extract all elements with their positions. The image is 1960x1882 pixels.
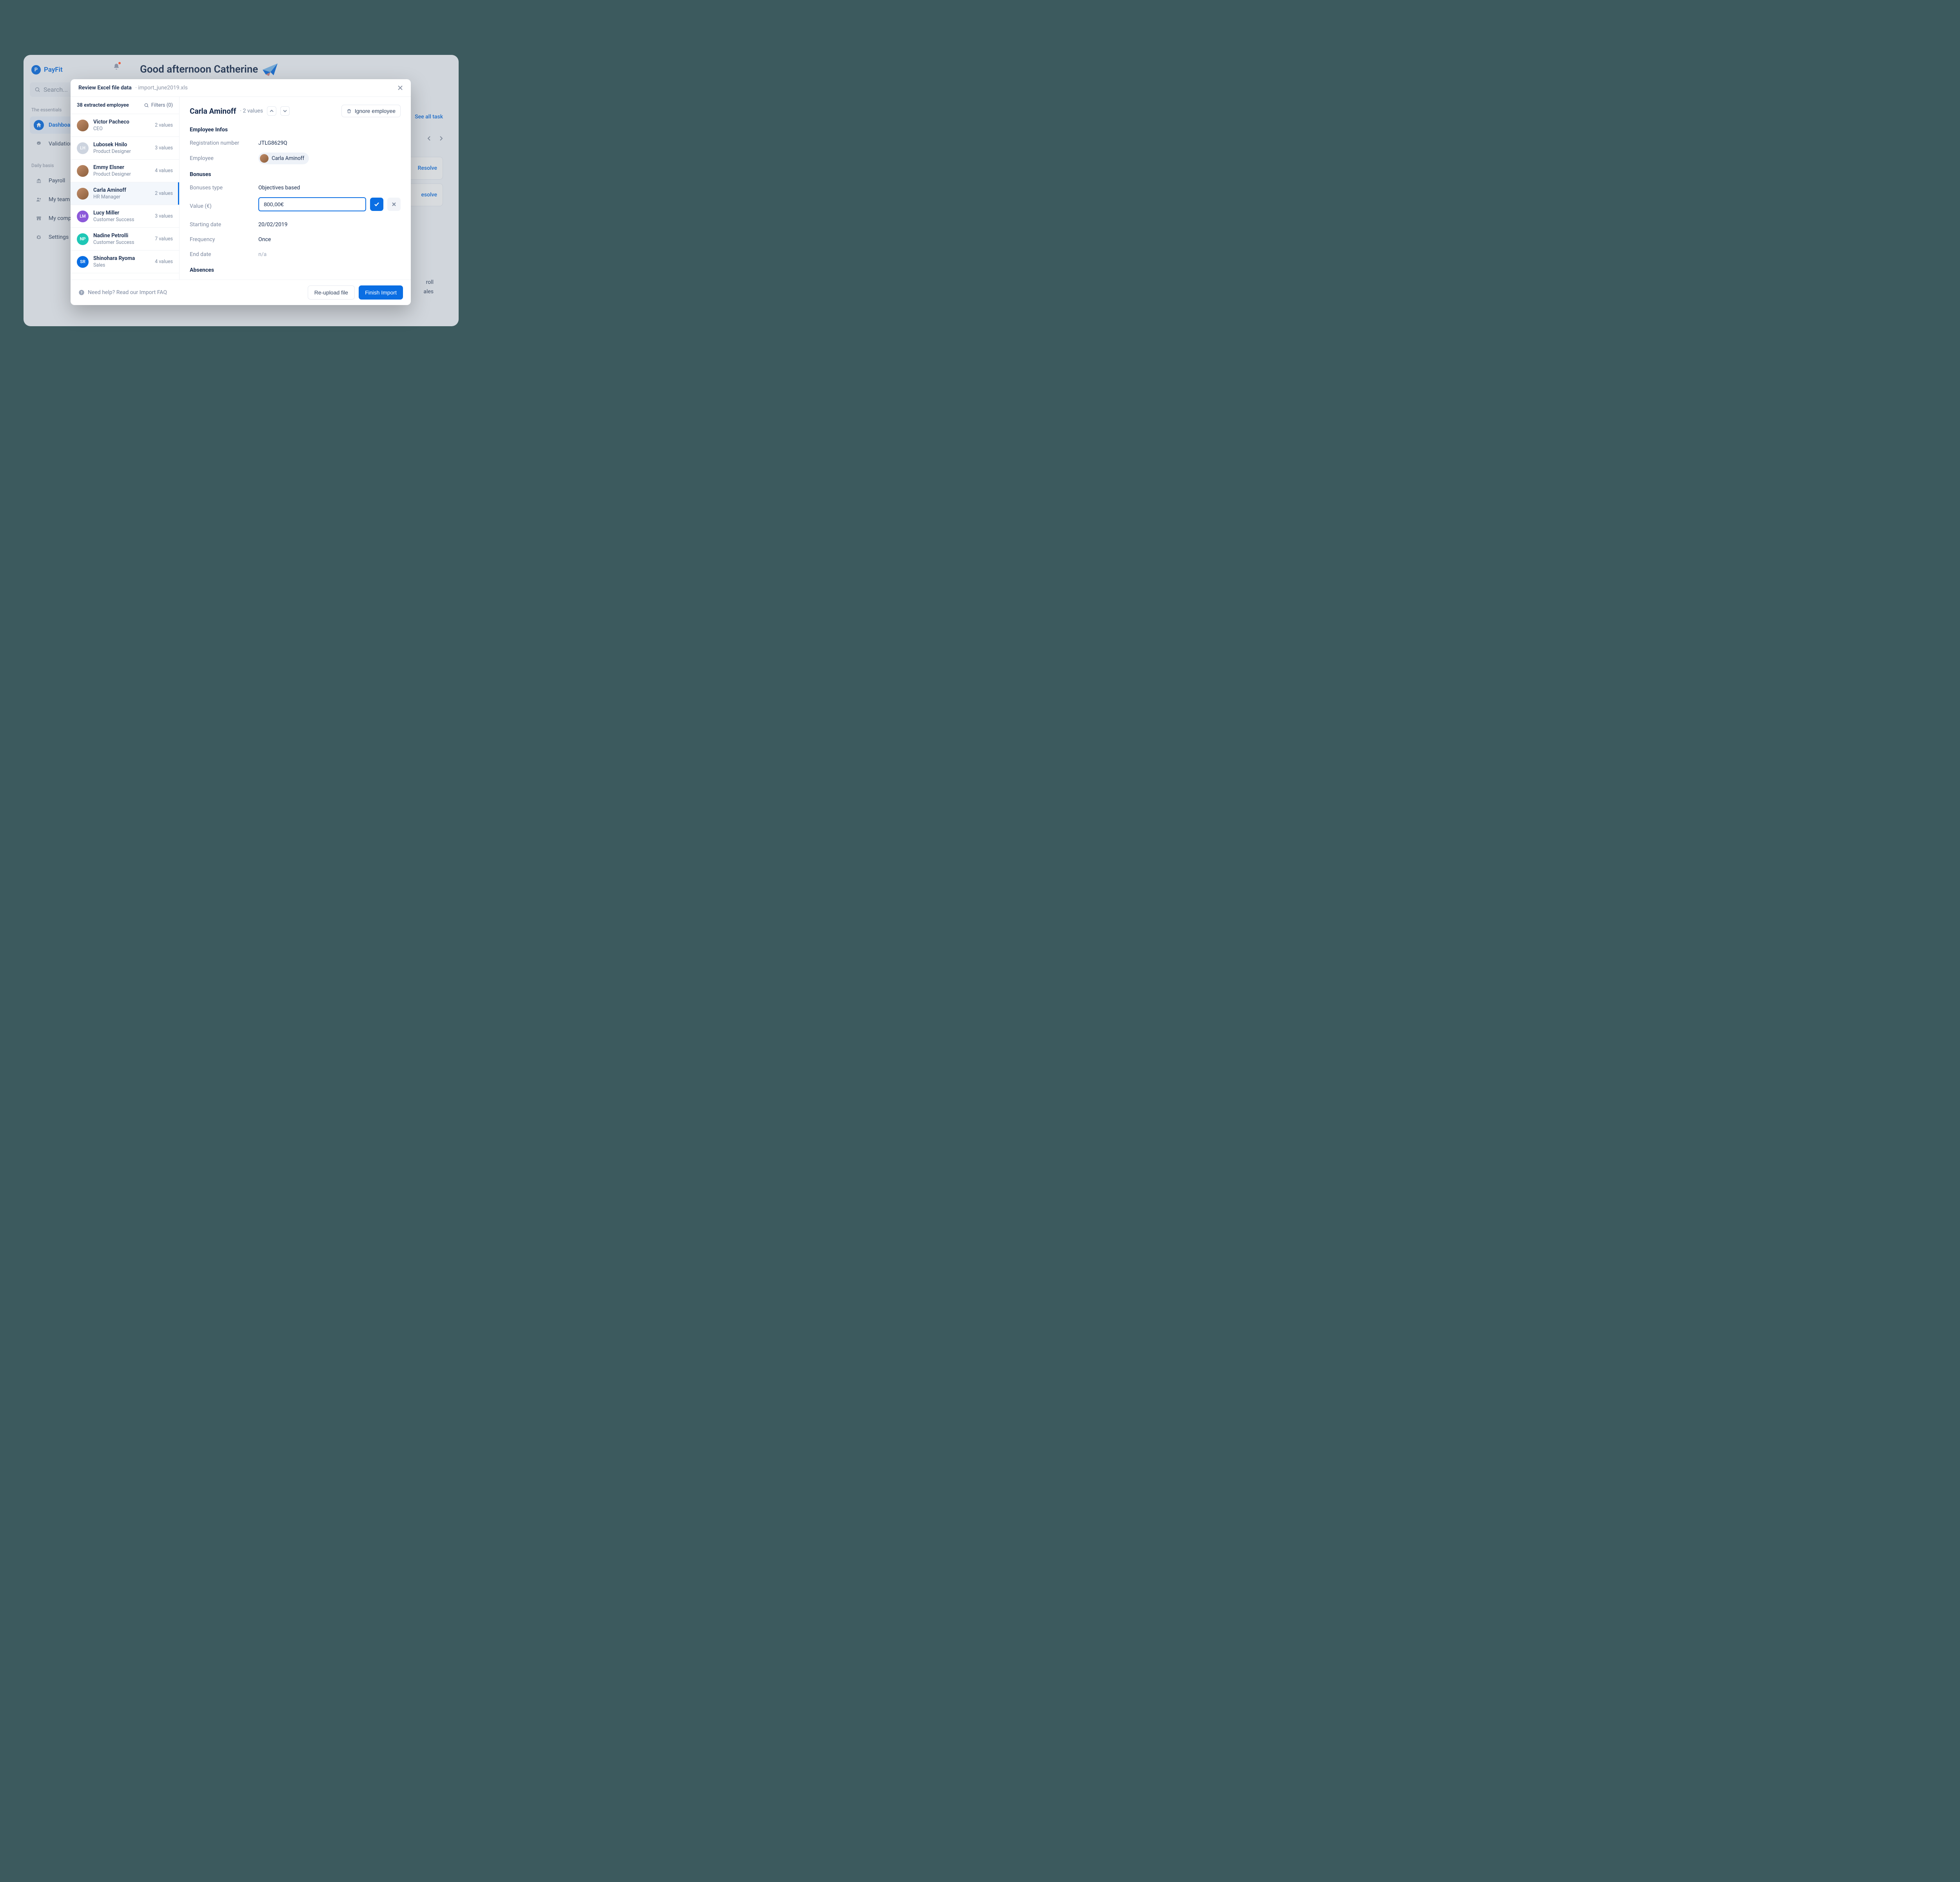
field-label: Employee — [190, 155, 258, 162]
modal-title: Review Excel file data — [78, 85, 132, 91]
avatar — [77, 120, 89, 131]
section-bonuses: Bonuses Bonuses type Objectives based Va… — [190, 171, 401, 260]
avatar — [77, 165, 89, 177]
employee-values-count: 3 values — [155, 213, 173, 219]
employee-values-count: 4 values — [155, 168, 173, 174]
employee-list-panel: 38 extracted employee Filters (0) Victor… — [71, 97, 180, 280]
avatar: NP — [77, 233, 89, 245]
bonus-value-input[interactable] — [258, 197, 366, 211]
notification-bell[interactable] — [113, 63, 120, 71]
employee-values-count: 2 values — [155, 122, 173, 128]
field-value: 20/02/2019 — [258, 222, 401, 228]
close-button[interactable] — [397, 85, 403, 91]
check-icon — [374, 202, 379, 207]
field-value: JTLG8629Q — [258, 140, 401, 146]
employee-detail-panel: Carla Aminoff · 2 values Ignore employee… — [180, 97, 411, 280]
section-title: Absences — [190, 267, 401, 273]
section-employee-info: Employee Infos Registration number JTLG8… — [190, 127, 401, 164]
detail-values-count: · 2 values — [240, 108, 263, 114]
chevron-down-icon — [283, 109, 287, 113]
employee-values-count: 7 values — [155, 236, 173, 242]
help-icon: ? — [78, 289, 85, 296]
field-value: Once — [258, 236, 401, 243]
employee-role: CEO — [93, 126, 150, 132]
search-icon — [144, 103, 149, 108]
cancel-value-button[interactable] — [387, 198, 401, 211]
avatar: LH — [77, 142, 89, 154]
svg-text:?: ? — [81, 291, 83, 295]
modal-filename: · import_june2019.xls — [135, 85, 188, 91]
employee-list-header: 38 extracted employee Filters (0) — [71, 97, 179, 114]
modal-body: 38 extracted employee Filters (0) Victor… — [71, 97, 411, 280]
employee-row[interactable]: Carla AminoffHR Manager 2 values — [71, 182, 179, 205]
section-title: Employee Infos — [190, 127, 401, 133]
employee-role: Product Designer — [93, 149, 150, 154]
field-label: Registration number — [190, 140, 258, 146]
modal-footer: ? Need help? Read our Import FAQ Re-uplo… — [71, 280, 411, 305]
employee-values-count: 4 values — [155, 259, 173, 265]
next-employee-button[interactable] — [280, 106, 290, 116]
employee-name: Victor Pacheco — [93, 119, 150, 125]
employee-values-count: 3 values — [155, 145, 173, 151]
employee-name: Shinohara Ryoma — [93, 255, 150, 262]
ignore-employee-button[interactable]: Ignore employee — [341, 105, 401, 117]
detail-employee-name: Carla Aminoff — [190, 107, 236, 116]
filters-button[interactable]: Filters (0) — [144, 102, 173, 108]
employee-row[interactable]: SR Shinohara RyomaSales 4 values — [71, 251, 179, 273]
employee-values-count: 2 values — [155, 191, 173, 196]
avatar — [77, 188, 89, 200]
employee-row[interactable]: NP Nadine PetrolliCustomer Success 7 value… — [71, 228, 179, 251]
help-link[interactable]: ? Need help? Read our Import FAQ — [78, 289, 167, 296]
section-absences: Absences Absences type Sick leave Value … — [190, 267, 401, 280]
avatar — [260, 154, 269, 163]
field-value: Objectives based — [258, 185, 401, 191]
field-label: Starting date — [190, 222, 258, 228]
employee-role: Product Designer — [93, 171, 150, 177]
field-label: Frequency — [190, 236, 258, 243]
close-icon — [392, 202, 396, 207]
field-label: Value (€) — [190, 203, 258, 209]
employee-list[interactable]: Victor PachecoCEO 2 values LH Lubosek Hnilo… — [71, 114, 179, 280]
bell-icon — [113, 63, 120, 71]
employee-name: Lucy Miller — [93, 210, 150, 216]
trash-icon — [347, 108, 352, 114]
modal-header: Review Excel file data · import_june2019… — [71, 79, 411, 97]
employee-role: Customer Success — [93, 240, 150, 245]
detail-header: Carla Aminoff · 2 values Ignore employee — [190, 105, 401, 117]
employee-role: Customer Success — [93, 217, 150, 223]
field-label: Bonuses type — [190, 185, 258, 191]
employee-role: Sales — [93, 262, 150, 268]
section-title: Bonuses — [190, 171, 401, 178]
avatar: LM — [77, 211, 89, 222]
chevron-up-icon — [270, 109, 274, 113]
field-label: End date — [190, 251, 258, 258]
employee-name: Lubosek Hnilo — [93, 142, 150, 148]
reupload-button[interactable]: Re-upload file — [308, 285, 355, 300]
employee-row[interactable]: LM Lucy MillerCustomer Success 3 values — [71, 205, 179, 228]
employee-name: Nadine Petrolli — [93, 233, 150, 239]
notification-dot-icon — [118, 62, 121, 64]
employee-count: 38 extracted employee — [77, 102, 129, 108]
employee-role: HR Manager — [93, 194, 150, 200]
employee-chip[interactable]: Carla Aminoff — [258, 153, 309, 164]
employee-row[interactable]: Emmy ElsnerProduct Designer 4 values — [71, 160, 179, 182]
prev-employee-button[interactable] — [267, 106, 276, 116]
avatar: SR — [77, 256, 89, 268]
confirm-value-button[interactable] — [370, 198, 383, 211]
import-modal: Review Excel file data · import_june2019… — [71, 79, 411, 305]
employee-name: Carla Aminoff — [93, 187, 150, 193]
employee-row[interactable]: LH Lubosek HniloProduct Designer 3 values — [71, 137, 179, 160]
finish-import-button[interactable]: Finish Import — [359, 285, 403, 300]
field-value: n/a — [258, 251, 401, 258]
close-icon — [397, 85, 403, 91]
employee-row[interactable]: Victor PachecoCEO 2 values — [71, 114, 179, 137]
employee-name: Emmy Elsner — [93, 164, 150, 171]
